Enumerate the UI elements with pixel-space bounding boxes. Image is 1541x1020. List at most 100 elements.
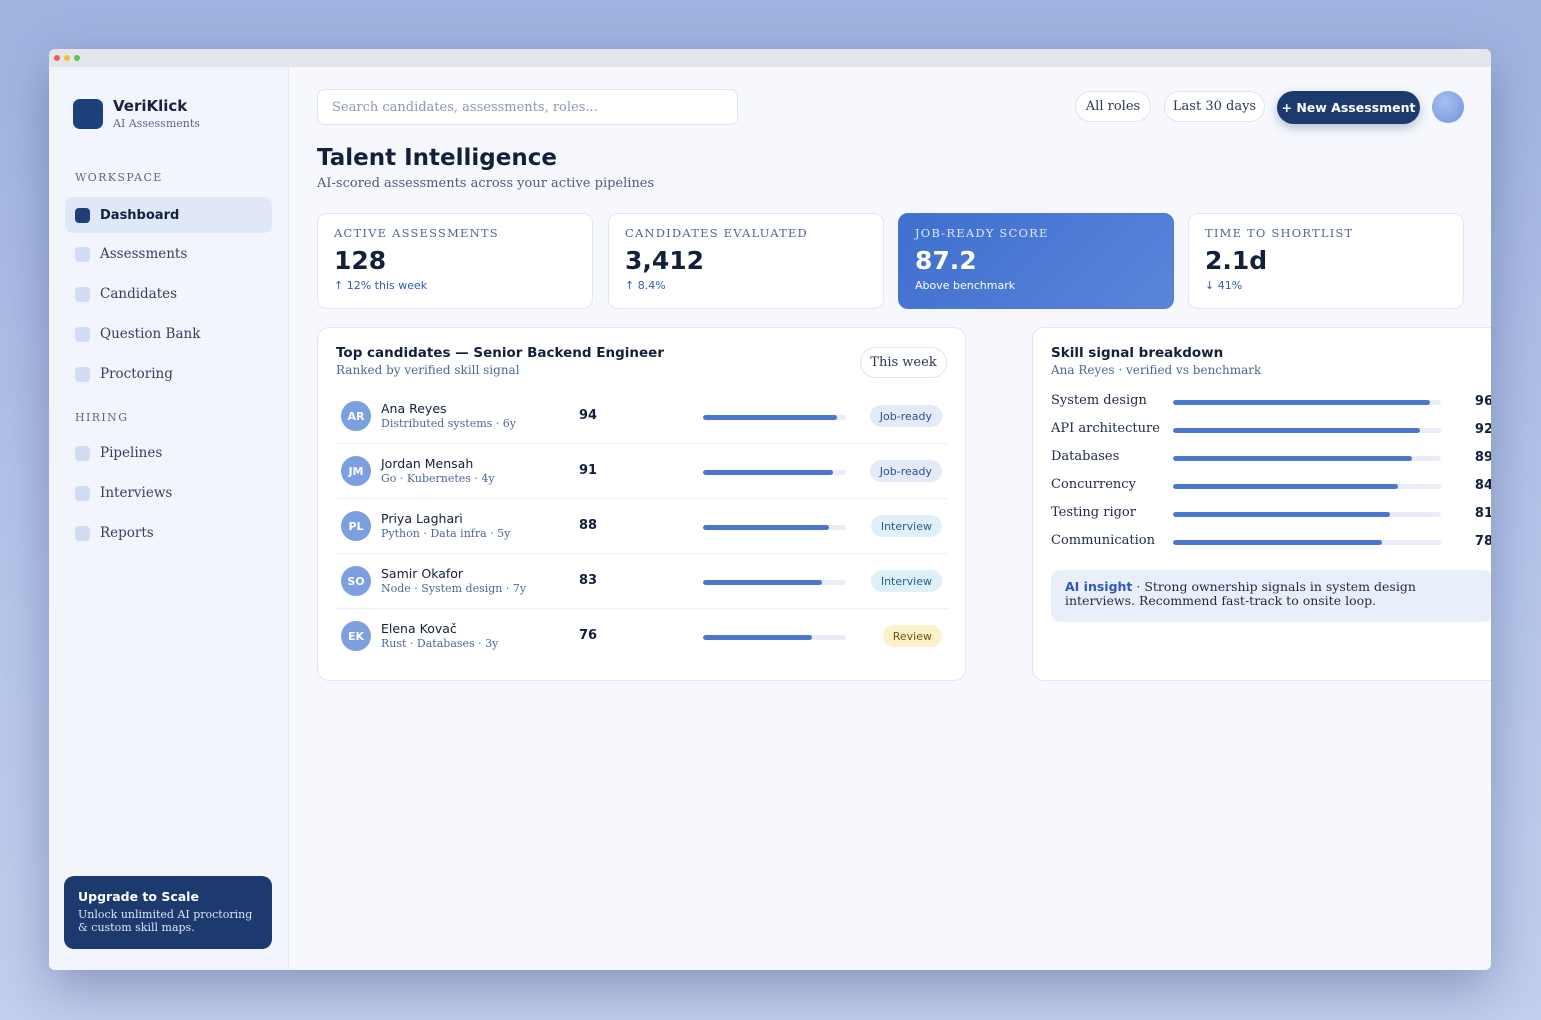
skill-bar <box>1173 456 1441 461</box>
upgrade-title: Upgrade to Scale <box>78 889 199 904</box>
sidebar-item-reports[interactable]: Reports <box>65 515 272 551</box>
sidebar-item-label: Candidates <box>100 286 178 302</box>
stat-delta: ↑ 12% this week <box>334 279 428 292</box>
sidebar-item-label: Reports <box>100 525 154 541</box>
skill-value: 84 <box>1474 478 1491 493</box>
score-bar <box>703 470 846 475</box>
candidate-avatar: AR <box>341 401 371 431</box>
app-window: VeriKlick AI Assessments WORKSPACE Dashb… <box>49 49 1491 970</box>
skill-name: Concurrency <box>1051 477 1136 492</box>
stat-card-candidates-evaluated[interactable]: CANDIDATES EVALUATED 3,412 ↑ 8.4% <box>608 213 884 309</box>
sidebar-item-pipelines[interactable]: Pipelines <box>65 435 272 471</box>
sidebar-item-proctoring[interactable]: Proctoring <box>65 356 272 392</box>
skill-name: System design <box>1051 393 1147 408</box>
candidate-meta: Python · Data infra · 5y <box>381 527 511 540</box>
score-bar-fill <box>703 525 829 530</box>
card-subtitle: Ranked by verified skill signal <box>336 363 520 377</box>
candidate-name: Jordan Mensah <box>381 456 474 471</box>
score-bar <box>703 580 846 585</box>
section-title-workspace: WORKSPACE <box>75 171 163 184</box>
candidate-score: 94 <box>579 408 598 423</box>
skill-value: 78 <box>1474 534 1491 549</box>
stat-card-active-assessments[interactable]: ACTIVE ASSESSMENTS 128 ↑ 12% this week <box>317 213 593 309</box>
interviews-icon <box>75 485 90 501</box>
status-badge: Review <box>882 625 942 647</box>
insight-label: AI insight <box>1065 579 1133 594</box>
candidate-meta: Distributed systems · 6y <box>381 417 516 430</box>
brand[interactable]: VeriKlick AI Assessments <box>73 97 200 130</box>
user-avatar[interactable] <box>1432 91 1464 123</box>
skill-row: Testing rigor 81 <box>1051 505 1491 525</box>
sidebar-item-dashboard[interactable]: Dashboard <box>65 197 272 233</box>
table-row[interactable]: EK Elena Kovač Rust · Databases · 3y 76 … <box>336 609 948 664</box>
skill-bar <box>1173 428 1441 433</box>
skill-value: 92 <box>1474 422 1491 437</box>
table-row[interactable]: JM Jordan Mensah Go · Kubernetes · 4y 91… <box>336 444 948 499</box>
table-row[interactable]: PL Priya Laghari Python · Data infra · 5… <box>336 499 948 554</box>
new-assessment-button[interactable]: + New Assessment <box>1277 91 1420 124</box>
score-bar-fill <box>703 580 822 585</box>
candidate-avatar: EK <box>341 621 371 651</box>
candidate-name: Ana Reyes <box>381 401 447 416</box>
top-candidates-card: Top candidates — Senior Backend Engineer… <box>317 327 966 681</box>
minimize-window-dot[interactable] <box>64 55 70 61</box>
sidebar-item-question-bank[interactable]: Question Bank <box>65 316 272 352</box>
date-range-filter[interactable]: Last 30 days <box>1164 91 1265 122</box>
skill-bar-fill <box>1173 484 1399 489</box>
stat-delta: ↑ 8.4% <box>625 279 666 292</box>
skill-bar-fill <box>1173 540 1383 545</box>
sidebar-item-label: Assessments <box>100 246 188 262</box>
upgrade-card[interactable]: Upgrade to Scale Unlock unlimited AI pro… <box>64 876 272 949</box>
card-title: Top candidates — Senior Backend Engineer <box>336 345 664 361</box>
sidebar-item-label: Proctoring <box>100 366 173 382</box>
stat-label: CANDIDATES EVALUATED <box>625 226 808 240</box>
sidebar-item-assessments[interactable]: Assessments <box>65 236 272 272</box>
sidebar-item-candidates[interactable]: Candidates <box>65 276 272 312</box>
question-bank-icon <box>75 326 90 342</box>
stat-value: 2.1d <box>1205 246 1268 275</box>
stat-label: JOB-READY SCORE <box>915 226 1049 240</box>
skill-row: Communication 78 <box>1051 533 1491 553</box>
skill-value: 81 <box>1474 506 1491 521</box>
assessments-icon <box>75 246 90 262</box>
candidate-meta: Go · Kubernetes · 4y <box>381 472 495 485</box>
stat-card-job-ready-score[interactable]: JOB-READY SCORE 87.2 Above benchmark <box>898 213 1174 309</box>
candidate-avatar: JM <box>341 456 371 486</box>
candidate-score: 88 <box>579 518 598 533</box>
status-badge: Interview <box>870 515 942 537</box>
skill-bar-fill <box>1173 428 1420 433</box>
range-selector[interactable]: This week <box>860 347 947 378</box>
sidebar-item-interviews[interactable]: Interviews <box>65 475 272 511</box>
section-title-hiring: HIRING <box>75 411 129 424</box>
skill-bar <box>1173 540 1441 545</box>
sidebar-item-label: Dashboard <box>100 207 180 223</box>
card-title: Skill signal breakdown <box>1051 345 1224 361</box>
sidebar-item-label: Pipelines <box>100 445 163 461</box>
candidate-avatar: PL <box>341 511 371 541</box>
close-window-dot[interactable] <box>54 55 60 61</box>
candidate-meta: Node · System design · 7y <box>381 582 527 595</box>
status-badge: Job-ready <box>869 405 942 427</box>
stat-label: ACTIVE ASSESSMENTS <box>334 226 499 240</box>
dashboard-icon <box>75 207 90 223</box>
candidate-score: 76 <box>579 628 598 643</box>
stat-card-time-to-shortlist[interactable]: TIME TO SHORTLIST 2.1d ↓ 41% <box>1188 213 1464 309</box>
roles-filter[interactable]: All roles <box>1075 91 1151 122</box>
maximize-window-dot[interactable] <box>74 55 80 61</box>
skill-row: Databases 89 <box>1051 449 1491 469</box>
skill-name: API architecture <box>1051 421 1160 436</box>
status-badge: Interview <box>870 570 942 592</box>
sidebar-item-label: Interviews <box>100 485 173 501</box>
candidate-name: Samir Okafor <box>381 566 464 581</box>
search-input[interactable] <box>332 99 723 115</box>
page-title: Talent Intelligence <box>317 145 557 171</box>
skill-bar-fill <box>1173 456 1412 461</box>
status-badge: Job-ready <box>869 460 942 482</box>
search-box[interactable] <box>317 89 738 125</box>
stat-value: 128 <box>334 246 387 275</box>
skill-row: System design 96 <box>1051 393 1491 413</box>
table-row[interactable]: SO Samir Okafor Node · System design · 7… <box>336 554 948 609</box>
sidebar-item-label: Question Bank <box>100 326 201 342</box>
sidebar: VeriKlick AI Assessments WORKSPACE Dashb… <box>49 67 289 970</box>
table-row[interactable]: AR Ana Reyes Distributed systems · 6y 94… <box>336 389 948 444</box>
